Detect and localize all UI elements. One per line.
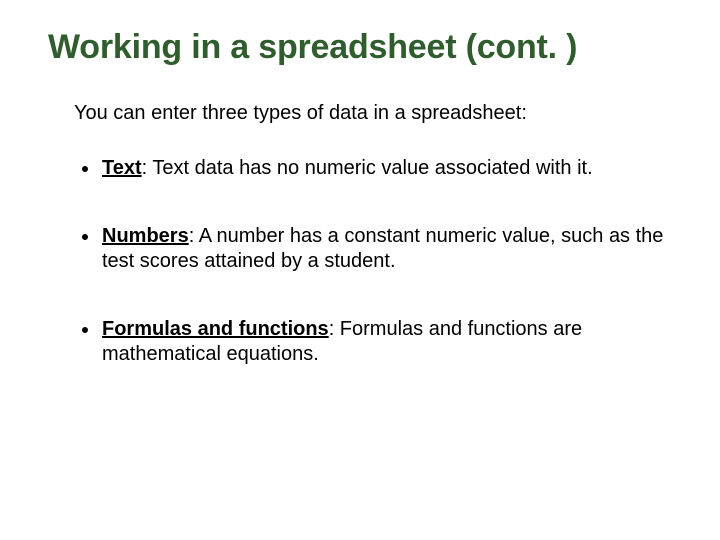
term-description: : Text data has no numeric value associa…: [142, 157, 593, 179]
list-item: Formulas and functions: Formulas and fun…: [100, 317, 672, 368]
slide: Working in a spreadsheet (cont. ) You ca…: [0, 0, 720, 540]
intro-paragraph: You can enter three types of data in a s…: [74, 101, 672, 126]
bullet-list: Text: Text data has no numeric value ass…: [48, 156, 672, 368]
slide-title: Working in a spreadsheet (cont. ): [48, 28, 672, 67]
list-item: Numbers: A number has a constant numeric…: [100, 224, 672, 275]
term-label: Formulas and functions: [102, 318, 329, 340]
term-label: Numbers: [102, 225, 189, 247]
term-label: Text: [102, 157, 142, 179]
list-item: Text: Text data has no numeric value ass…: [100, 156, 672, 182]
